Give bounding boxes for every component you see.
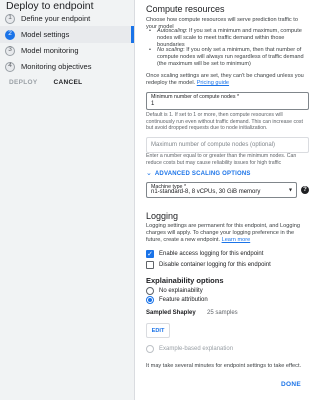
radio-feature-attribution[interactable]: Feature attribution: [146, 296, 208, 304]
learn-more-link[interactable]: Learn more: [222, 237, 251, 243]
step-label: Monitoring objectives: [21, 62, 92, 71]
chevron-down-icon: ⌄: [146, 170, 152, 177]
container-logging-label: Disable container logging for this endpo…: [159, 262, 271, 268]
scaling-note: Once scaling settings are set, they can'…: [146, 73, 309, 87]
cancel-button[interactable]: CANCEL: [54, 79, 83, 86]
checkbox-unchecked-icon: [146, 261, 154, 269]
radio-on-icon: [146, 296, 154, 304]
dropdown-arrow-icon: ▾: [288, 187, 292, 194]
container-logging-checkbox[interactable]: Disable container logging for this endpo…: [146, 261, 271, 269]
step-monitoring-objectives[interactable]: 4 Monitoring objectives: [0, 58, 134, 75]
footer-note: It may take several minutes for endpoint…: [146, 363, 302, 369]
attribution-method-name: Sampled Shapley: [146, 310, 196, 316]
autoscaling-bullet: Autoscaling: If you set a minimum and ma…: [143, 28, 309, 49]
min-nodes-value: 1: [151, 101, 155, 107]
attribution-method-row: Sampled Shapley 25 samples: [146, 310, 238, 316]
done-button[interactable]: DONE: [281, 381, 301, 388]
radio-label: Example-based explanation: [159, 346, 234, 352]
checkbox-checked-icon: ✓: [146, 250, 154, 258]
machine-type-select[interactable]: Machine type * n1-standard-8, 8 vCPUs, 3…: [146, 182, 297, 198]
step-model-settings[interactable]: 2 Model settings: [0, 26, 134, 43]
max-nodes-field[interactable]: Maximum number of compute nodes (optiona…: [146, 137, 309, 153]
model-settings-panel: Compute resources Choose how compute res…: [134, 0, 317, 400]
pricing-guide-link[interactable]: Pricing guide: [197, 80, 229, 86]
step-number: 4: [5, 61, 15, 72]
step-label: Define your endpoint: [21, 14, 91, 23]
min-nodes-field[interactable]: Minimum number of compute nodes * 1: [146, 92, 309, 110]
radio-label: No explainability: [159, 288, 203, 294]
compute-heading: Compute resources: [146, 4, 225, 14]
max-nodes-placeholder: Maximum number of compute nodes (optiona…: [151, 142, 276, 148]
logging-heading: Logging: [146, 211, 179, 221]
stepper-panel: Deploy to endpoint 1 Define your endpoin…: [0, 0, 134, 400]
machine-type-value: n1-standard-8, 8 vCPUs, 30 GiB memory: [151, 189, 261, 195]
radio-no-explainability[interactable]: No explainability: [146, 287, 203, 295]
help-icon[interactable]: ?: [301, 186, 309, 194]
radio-disabled-icon: [146, 345, 154, 353]
deploy-button[interactable]: DEPLOY: [9, 79, 38, 86]
radio-off-icon: [146, 287, 154, 295]
step-model-monitoring[interactable]: 3 Model monitoring: [0, 42, 134, 59]
logging-text: Logging settings are permanent for this …: [146, 223, 309, 244]
attribution-method-value: 25 samples: [207, 310, 238, 316]
step-label: Model settings: [21, 30, 70, 39]
step-label: Model monitoring: [21, 46, 79, 55]
radio-label: Feature attribution: [159, 297, 208, 303]
step-number: 3: [5, 45, 15, 56]
explainability-heading: Explainability options: [146, 276, 224, 285]
advanced-scaling-label: ADVANCED SCALING OPTIONS: [154, 170, 251, 177]
step-number: 1: [5, 13, 15, 24]
access-logging-label: Enable access logging for this endpoint: [159, 251, 264, 257]
stepper-actions: DEPLOY CANCEL: [9, 79, 82, 86]
advanced-scaling-toggle[interactable]: ⌄ ADVANCED SCALING OPTIONS: [146, 170, 251, 177]
radio-example-based[interactable]: Example-based explanation: [146, 345, 233, 353]
max-nodes-help: Enter a number equal to or greater than …: [146, 153, 297, 166]
access-logging-checkbox[interactable]: ✓ Enable access logging for this endpoin…: [146, 250, 263, 258]
step-number: 2: [5, 29, 15, 40]
min-nodes-help: Default is 1. If set to 1 or more, then …: [146, 112, 303, 131]
bullet-term: Autoscaling: [157, 28, 186, 34]
bullet-term: No scaling: [157, 47, 184, 53]
no-scaling-bullet: No scaling: If you only set a minimum, t…: [143, 47, 309, 68]
step-define-endpoint[interactable]: 1 Define your endpoint: [0, 10, 134, 27]
edit-button[interactable]: EDIT: [146, 323, 170, 338]
min-nodes-label: Minimum number of compute nodes *: [151, 94, 240, 100]
